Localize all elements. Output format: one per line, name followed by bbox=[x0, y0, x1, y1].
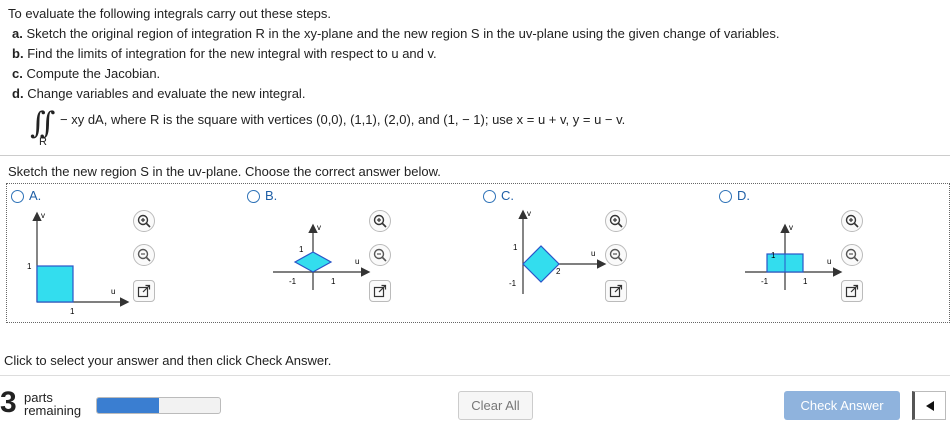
step-c: c. Compute the Jacobian. bbox=[12, 66, 161, 81]
option-b-graph[interactable]: v u 1 -1 1 bbox=[243, 206, 373, 316]
integral-region: R bbox=[39, 136, 47, 148]
option-b-axis-v: v bbox=[317, 223, 321, 232]
popout-icon[interactable] bbox=[133, 280, 155, 302]
option-b[interactable]: B. v u 1 -1 1 bbox=[243, 184, 479, 322]
zoom-out-icon[interactable] bbox=[369, 244, 391, 266]
step-d: d. Change variables and evaluate the new… bbox=[12, 86, 306, 101]
divider bbox=[0, 375, 950, 376]
option-b-tick: 1 bbox=[299, 245, 304, 254]
check-answer-button[interactable]: Check Answer bbox=[784, 391, 900, 420]
question-prompt: Sketch the new region S in the uv-plane.… bbox=[8, 164, 441, 179]
popout-icon[interactable] bbox=[605, 280, 627, 302]
triangle-left-icon bbox=[926, 400, 934, 411]
option-d-axis-u: u bbox=[827, 257, 831, 266]
answer-choices: A. v u 1 1 B. v u 1 -1 1 C. v u 1 -1 2 D… bbox=[6, 183, 950, 323]
option-a-label[interactable]: A. bbox=[29, 188, 41, 203]
option-d-axis-v: v bbox=[789, 223, 793, 232]
option-c-radio[interactable] bbox=[483, 190, 496, 203]
option-d-label[interactable]: D. bbox=[737, 188, 750, 203]
option-b-radio[interactable] bbox=[247, 190, 260, 203]
instructions-intro: To evaluate the following integrals carr… bbox=[8, 6, 332, 21]
option-b-tick: 1 bbox=[331, 277, 336, 286]
option-c-graph[interactable]: v u 1 -1 2 bbox=[479, 206, 609, 316]
option-d-tick: -1 bbox=[761, 277, 769, 286]
clear-all-button[interactable]: Clear All bbox=[458, 391, 533, 420]
zoom-in-icon[interactable] bbox=[605, 210, 627, 232]
instructions: To evaluate the following integrals carr… bbox=[8, 4, 938, 104]
option-a-axis-v: v bbox=[41, 211, 45, 220]
zoom-out-icon[interactable] bbox=[605, 244, 627, 266]
integral-expression: ∫∫ − xy dA, where R is the square with v… bbox=[30, 106, 630, 150]
previous-button[interactable] bbox=[912, 391, 946, 420]
zoom-in-icon[interactable] bbox=[841, 210, 863, 232]
option-a-graph[interactable]: v u 1 1 bbox=[7, 206, 137, 316]
option-a-tick: 1 bbox=[70, 307, 75, 316]
option-c-axis-u: u bbox=[591, 249, 595, 258]
integral-integrand: − xy dA, where R is the square with vert… bbox=[60, 112, 626, 127]
option-c-axis-v: v bbox=[527, 209, 531, 218]
option-c[interactable]: C. v u 1 -1 2 bbox=[479, 184, 715, 322]
zoom-out-icon[interactable] bbox=[133, 244, 155, 266]
popout-icon[interactable] bbox=[841, 280, 863, 302]
instruction-hint: Click to select your answer and then cli… bbox=[4, 353, 332, 368]
popout-icon[interactable] bbox=[369, 280, 391, 302]
option-a-tick: 1 bbox=[27, 262, 32, 271]
option-b-axis-u: u bbox=[355, 257, 359, 266]
zoom-in-icon[interactable] bbox=[133, 210, 155, 232]
option-a-axis-u: u bbox=[111, 287, 115, 296]
zoom-in-icon[interactable] bbox=[369, 210, 391, 232]
progress-bar bbox=[96, 397, 221, 414]
progress-fill bbox=[97, 398, 159, 413]
step-a: a. Sketch the original region of integra… bbox=[12, 26, 780, 41]
option-c-tick: 2 bbox=[556, 267, 561, 276]
option-d-graph[interactable]: v u 1 -1 1 bbox=[715, 206, 845, 316]
divider bbox=[0, 155, 950, 156]
zoom-out-icon[interactable] bbox=[841, 244, 863, 266]
option-a[interactable]: A. v u 1 1 bbox=[7, 184, 243, 322]
option-a-radio[interactable] bbox=[11, 190, 24, 203]
option-d-tick: 1 bbox=[771, 251, 776, 260]
parts-remaining-count: 3 bbox=[0, 386, 17, 419]
option-d-radio[interactable] bbox=[719, 190, 732, 203]
option-d-tick: 1 bbox=[803, 277, 808, 286]
parts-remaining-label: parts remaining bbox=[24, 390, 82, 418]
option-b-label[interactable]: B. bbox=[265, 188, 277, 203]
option-c-label[interactable]: C. bbox=[501, 188, 514, 203]
option-b-tick: -1 bbox=[289, 277, 297, 286]
step-b: b. Find the limits of integration for th… bbox=[12, 46, 437, 61]
option-c-tick: 1 bbox=[513, 243, 518, 252]
option-c-tick: -1 bbox=[509, 279, 517, 288]
option-d[interactable]: D. v u 1 -1 1 bbox=[715, 184, 950, 322]
